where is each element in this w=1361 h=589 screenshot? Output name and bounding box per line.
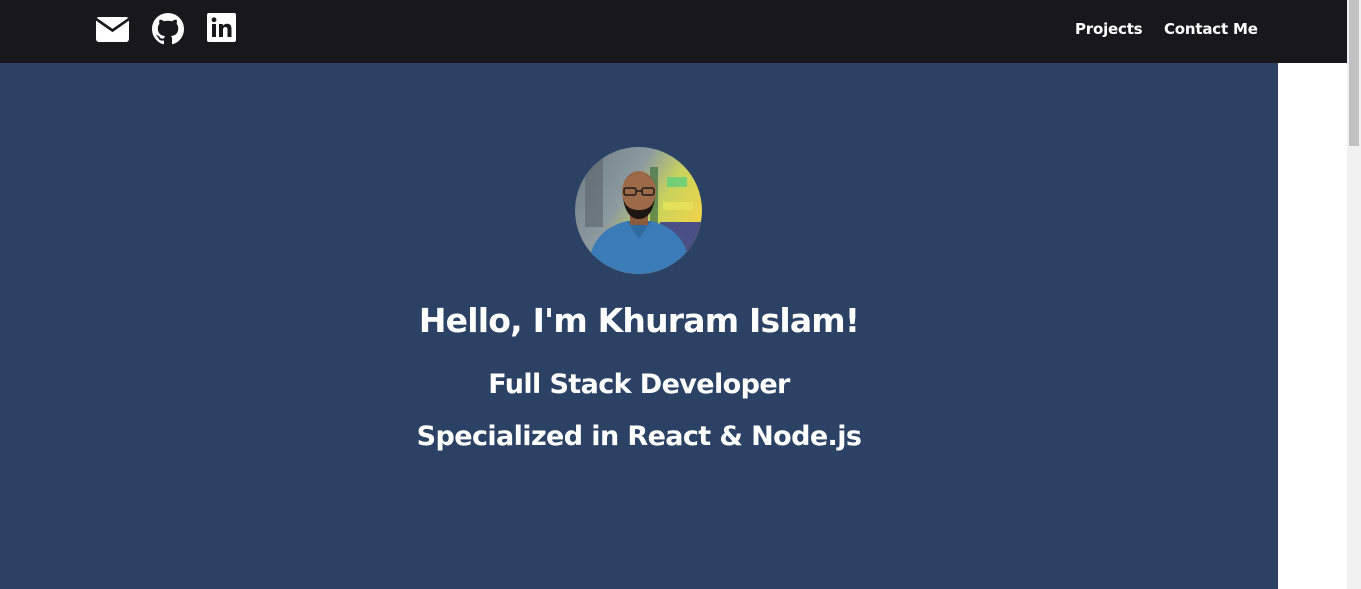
hero-subtitle: Full Stack Developer [488,369,790,400]
scrollbar-thumb[interactable] [1349,0,1359,146]
envelope-icon[interactable] [96,17,129,42]
github-icon[interactable] [152,13,184,45]
linkedin-icon[interactable] [207,13,236,42]
page: Projects Contact Me Hello, I'm Khuram Is… [0,0,1361,589]
nav-link-contact[interactable]: Contact Me [1164,20,1258,38]
nav-link-projects[interactable]: Projects [1075,20,1143,38]
hero-section: Hello, I'm Khuram Islam! Full Stack Deve… [0,63,1278,589]
hero-specialty: Specialized in React & Node.js [416,421,862,452]
vertical-scrollbar[interactable] [1347,0,1361,589]
navbar: Projects Contact Me [0,0,1347,63]
hero-title: Hello, I'm Khuram Islam! [418,301,860,340]
avatar [575,147,702,274]
